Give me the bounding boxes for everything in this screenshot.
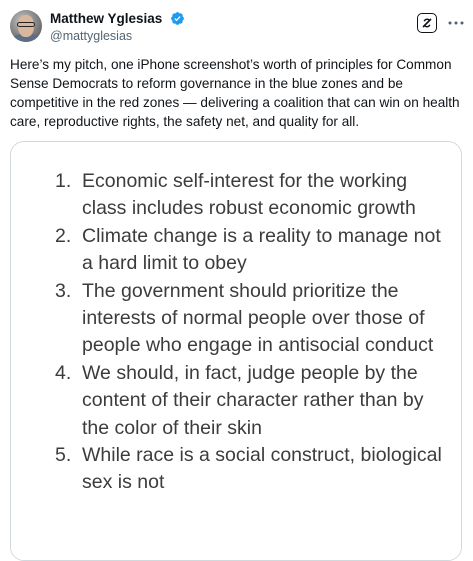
avatar-glasses <box>17 22 35 27</box>
principle-number: 2. <box>55 224 72 247</box>
principle-text: Climate change is a reality to manage no… <box>82 224 441 275</box>
principle-number: 4. <box>55 361 72 384</box>
more-icon <box>448 21 464 25</box>
principle-item: 4. We should, in fact, judge people by th… <box>55 360 455 442</box>
grok-button[interactable] <box>417 13 437 33</box>
principle-text: Economic self-interest for the working c… <box>82 170 416 220</box>
tweet-media-image[interactable]: 1. Economic self-interest for the working… <box>10 141 462 561</box>
principle-number: 1. <box>55 170 72 192</box>
author-names: Matthew Yglesias @mattyglesias <box>50 10 185 45</box>
principle-number: 5. <box>55 444 72 467</box>
principle-item: 2. Climate change is a reality to manage … <box>55 223 455 278</box>
principle-item: 5. While race is a social construct, biol… <box>55 442 455 497</box>
author-handle[interactable]: @mattyglesias <box>50 28 185 45</box>
author-display-name[interactable]: Matthew Yglesias <box>50 10 162 27</box>
grok-icon <box>422 18 432 28</box>
tweet-text: Here’s my pitch, one iPhone screenshot’s… <box>10 57 460 129</box>
principle-item: 3. The government should prioritize the i… <box>55 278 455 360</box>
principle-number: 3. <box>55 279 72 302</box>
more-options-button[interactable] <box>447 13 465 33</box>
verified-badge-icon <box>170 12 184 26</box>
principle-text: While race is a social construct, biolog… <box>82 444 442 494</box>
principle-text: The government should prioritize the int… <box>82 279 434 357</box>
avatar[interactable] <box>10 10 42 42</box>
principle-text: We should, in fact, judge people by the … <box>82 361 424 439</box>
notes-screenshot: 1. Economic self-interest for the working… <box>11 142 461 560</box>
principles-list: 1. Economic self-interest for the working… <box>55 168 455 497</box>
tweet-header: Matthew Yglesias @mattyglesias <box>10 9 465 49</box>
principle-item: 1. Economic self-interest for the working… <box>55 168 455 223</box>
